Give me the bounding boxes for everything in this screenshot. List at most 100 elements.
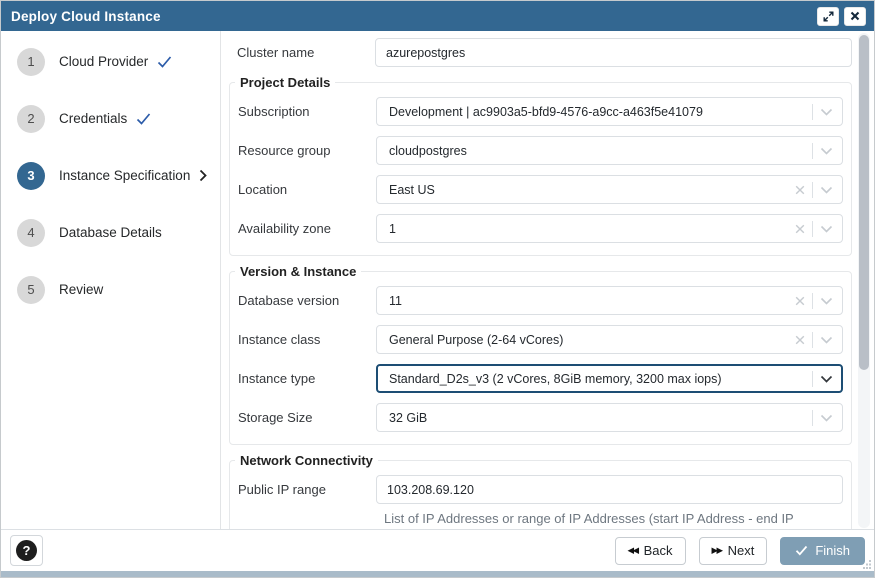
selected-value: cloudpostgres: [389, 144, 805, 158]
database-version-label: Database version: [238, 293, 376, 308]
cluster-name-input[interactable]: [375, 38, 852, 67]
section-legend: Network Connectivity: [235, 453, 378, 468]
form-content: Cluster name Project Details Subscriptio…: [221, 31, 874, 529]
divider: [812, 143, 813, 159]
selected-value: 11: [389, 294, 795, 308]
finish-button[interactable]: Finish: [780, 537, 865, 565]
next-button[interactable]: ▶▶ Next: [699, 537, 768, 565]
public-ip-range-row: Public IP range: [238, 475, 843, 504]
finish-check-icon: [795, 545, 808, 556]
resource-group-select[interactable]: cloudpostgres: [376, 136, 843, 165]
step-number-badge: 3: [17, 162, 45, 190]
chevron-down-icon[interactable]: [820, 297, 833, 305]
step-label: Credentials: [59, 111, 127, 126]
clear-icon[interactable]: [795, 296, 805, 306]
maximize-button[interactable]: [817, 7, 839, 26]
next-button-label: Next: [728, 543, 755, 558]
back-arrows-icon: ◀◀: [628, 545, 638, 556]
scrollbar-thumb[interactable]: [859, 35, 869, 370]
chevron-down-icon[interactable]: [820, 108, 833, 116]
scrollbar-track[interactable]: [858, 33, 870, 528]
subscription-select[interactable]: Development | ac9903a5-bfd9-4576-a9cc-a4…: [376, 97, 843, 126]
database-version-row: Database version 11: [238, 286, 843, 315]
finish-button-label: Finish: [815, 543, 850, 558]
wizard-step-cloud-provider[interactable]: 1 Cloud Provider: [1, 33, 220, 90]
storage-size-select[interactable]: 32 GiB: [376, 403, 843, 432]
location-select[interactable]: East US: [376, 175, 843, 204]
public-ip-range-input[interactable]: [376, 475, 843, 504]
dialog-title: Deploy Cloud Instance: [11, 9, 812, 24]
step-number-badge: 4: [17, 219, 45, 247]
instance-class-label: Instance class: [238, 332, 376, 347]
wizard-step-review[interactable]: 5 Review: [1, 261, 220, 318]
divider: [812, 332, 813, 348]
clear-icon[interactable]: [795, 224, 805, 234]
selected-value: Development | ac9903a5-bfd9-4576-a9cc-a4…: [389, 105, 805, 119]
step-number-badge: 5: [17, 276, 45, 304]
chevron-down-icon[interactable]: [820, 186, 833, 194]
step-label: Database Details: [59, 225, 162, 240]
public-ip-range-helper-text: List of IP Addresses or range of IP Addr…: [384, 510, 843, 528]
divider: [812, 371, 813, 387]
instance-type-select[interactable]: Standard_D2s_v3 (2 vCores, 8GiB memory, …: [376, 364, 843, 393]
selected-value: 32 GiB: [389, 411, 805, 425]
step-label: Cloud Provider: [59, 54, 148, 69]
chevron-down-icon[interactable]: [820, 336, 833, 344]
chevron-down-icon[interactable]: [820, 375, 833, 383]
wizard-steps-panel: 1 Cloud Provider 2 Credentials 3 Instanc…: [1, 31, 221, 529]
active-step-chevron-icon: [199, 169, 207, 182]
chevron-down-icon[interactable]: [820, 414, 833, 422]
window-bottom-edge: [1, 571, 874, 577]
back-button[interactable]: ◀◀ Back: [615, 537, 686, 565]
database-version-select[interactable]: 11: [376, 286, 843, 315]
close-icon: [850, 11, 860, 21]
version-instance-section: Version & Instance Database version 11 I…: [229, 271, 852, 445]
divider: [812, 293, 813, 309]
project-details-section: Project Details Subscription Development…: [229, 82, 852, 256]
step-label: Review: [59, 282, 103, 297]
chevron-down-icon[interactable]: [820, 147, 833, 155]
dialog-titlebar: Deploy Cloud Instance: [1, 1, 874, 31]
divider: [812, 104, 813, 120]
location-label: Location: [238, 182, 376, 197]
deploy-cloud-instance-dialog: Deploy Cloud Instance 1 Cloud Provider: [0, 0, 875, 578]
selected-value: Standard_D2s_v3 (2 vCores, 8GiB memory, …: [389, 372, 805, 386]
instance-class-select[interactable]: General Purpose (2-64 vCores): [376, 325, 843, 354]
section-legend: Project Details: [235, 75, 335, 90]
cluster-name-row: Cluster name: [229, 38, 852, 67]
storage-size-row: Storage Size 32 GiB: [238, 403, 843, 432]
step-number-badge: 2: [17, 105, 45, 133]
next-arrows-icon: ▶▶: [712, 545, 722, 556]
chevron-down-icon[interactable]: [820, 225, 833, 233]
dialog-footer: ? ◀◀ Back ▶▶ Next Finish: [1, 529, 874, 571]
step-label: Instance Specification: [59, 168, 190, 183]
wizard-step-database-details[interactable]: 4 Database Details: [1, 204, 220, 261]
resource-group-row: Resource group cloudpostgres: [238, 136, 843, 165]
step-done-check-icon: [157, 56, 172, 68]
close-button[interactable]: [844, 7, 866, 26]
section-legend: Version & Instance: [235, 264, 361, 279]
network-connectivity-section: Network Connectivity Public IP range Lis…: [229, 460, 852, 529]
public-ip-range-label: Public IP range: [238, 482, 376, 497]
availability-zone-label: Availability zone: [238, 221, 376, 236]
availability-zone-row: Availability zone 1: [238, 214, 843, 243]
resize-grip-icon[interactable]: [863, 560, 872, 569]
wizard-step-instance-specification[interactable]: 3 Instance Specification: [1, 147, 220, 204]
subscription-label: Subscription: [238, 104, 376, 119]
availability-zone-select[interactable]: 1: [376, 214, 843, 243]
storage-size-label: Storage Size: [238, 410, 376, 425]
instance-class-row: Instance class General Purpose (2-64 vCo…: [238, 325, 843, 354]
cluster-name-label: Cluster name: [237, 45, 375, 60]
divider: [812, 182, 813, 198]
wizard-step-credentials[interactable]: 2 Credentials: [1, 90, 220, 147]
selected-value: General Purpose (2-64 vCores): [389, 333, 795, 347]
resource-group-label: Resource group: [238, 143, 376, 158]
instance-type-row: Instance type Standard_D2s_v3 (2 vCores,…: [238, 364, 843, 393]
back-button-label: Back: [644, 543, 673, 558]
clear-icon[interactable]: [795, 335, 805, 345]
step-number-badge: 1: [17, 48, 45, 76]
help-button[interactable]: ?: [10, 535, 43, 566]
subscription-row: Subscription Development | ac9903a5-bfd9…: [238, 97, 843, 126]
clear-icon[interactable]: [795, 185, 805, 195]
divider: [812, 221, 813, 237]
